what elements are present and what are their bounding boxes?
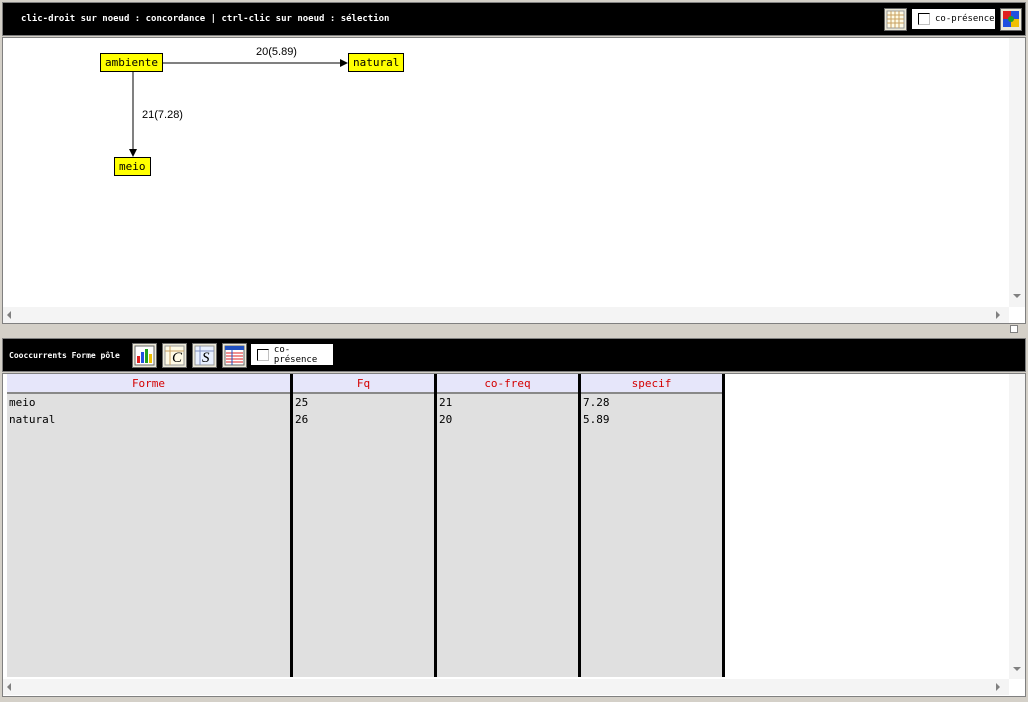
puzzle-export-icon: [1003, 11, 1019, 27]
scroll-left-icon[interactable]: [7, 683, 11, 691]
cell-forme[interactable]: natural: [7, 411, 290, 428]
graph-hint-text: clic-droit sur noeud : concordance | ctr…: [21, 14, 390, 24]
column-header-forme[interactable]: Forme: [7, 374, 290, 394]
concordance-button[interactable]: C: [162, 343, 187, 368]
graph-copresence-checkbox[interactable]: [918, 13, 930, 25]
scroll-left-icon[interactable]: [7, 311, 11, 319]
table-icon: [224, 345, 245, 366]
edge-label-natural: 20(5.89): [256, 46, 297, 58]
graph-copresence-toggle[interactable]: co-présence: [912, 9, 995, 29]
table-copresence-checkbox[interactable]: [257, 348, 269, 361]
export-graph-button[interactable]: [1000, 8, 1022, 31]
column-forme: Forme meio natural: [7, 374, 293, 677]
column-fq: Fq 25 26: [293, 374, 437, 677]
table-view-button[interactable]: [222, 343, 247, 368]
splitter-handle[interactable]: [1010, 325, 1018, 333]
grid-icon: [886, 10, 905, 29]
column-header-co-freq[interactable]: co-freq: [437, 374, 578, 394]
concordance-c-icon: C: [164, 345, 185, 366]
cell-fq[interactable]: 25: [293, 394, 434, 411]
column-specif: specif 7.28 5.89: [581, 374, 725, 677]
cell-co-freq[interactable]: 20: [437, 411, 578, 428]
table-horizontal-scrollbar[interactable]: [3, 679, 1009, 695]
chart-icon: [134, 345, 155, 366]
cell-specif[interactable]: 7.28: [581, 394, 722, 411]
graph-vertical-scrollbar[interactable]: [1009, 38, 1025, 307]
node-meio[interactable]: meio: [114, 157, 151, 176]
cell-specif[interactable]: 5.89: [581, 411, 722, 428]
graph-toolbar: clic-droit sur noeud : concordance | ctr…: [2, 2, 1026, 36]
table-copresence-toggle[interactable]: co-présence: [251, 344, 333, 365]
node-natural[interactable]: natural: [348, 53, 405, 72]
cell-co-freq[interactable]: 21: [437, 394, 578, 411]
edge-label-meio: 21(7.28): [142, 109, 183, 121]
cell-forme[interactable]: meio: [7, 394, 290, 411]
table-toolbar: Cooccurrents Forme pôle C S co-présence: [2, 338, 1026, 372]
cooccurrents-table: Forme meio natural Fq 25 26 co-freq 21 2…: [2, 373, 1026, 697]
svg-text:S: S: [202, 350, 210, 366]
panel-splitter[interactable]: [0, 325, 1028, 337]
graph-panel: 20(5.89) 21(7.28) ambiente natural meio: [2, 37, 1026, 324]
table-copresence-label: co-présence: [273, 344, 318, 365]
specificity-button[interactable]: S: [192, 343, 217, 368]
column-header-fq[interactable]: Fq: [293, 374, 434, 394]
table-vertical-scrollbar[interactable]: [1009, 374, 1025, 679]
scroll-right-icon[interactable]: [996, 683, 1000, 691]
graph-copresence-label: co-présence: [935, 14, 995, 24]
specificity-s-icon: S: [194, 345, 215, 366]
svg-text:C: C: [172, 350, 183, 366]
scroll-right-icon[interactable]: [996, 311, 1000, 319]
column-co-freq: co-freq 21 20: [437, 374, 581, 677]
node-ambiente[interactable]: ambiente: [100, 53, 163, 72]
graph-canvas: [129, 59, 348, 157]
grid-view-button[interactable]: [884, 8, 907, 31]
graph-horizontal-scrollbar[interactable]: [3, 307, 1009, 323]
scroll-down-icon[interactable]: [1013, 667, 1021, 671]
chart-button[interactable]: [132, 343, 157, 368]
table-title: Cooccurrents Forme pôle: [9, 351, 120, 360]
cell-fq[interactable]: 26: [293, 411, 434, 428]
scroll-down-icon[interactable]: [1013, 294, 1021, 298]
column-header-specif[interactable]: specif: [581, 374, 722, 394]
